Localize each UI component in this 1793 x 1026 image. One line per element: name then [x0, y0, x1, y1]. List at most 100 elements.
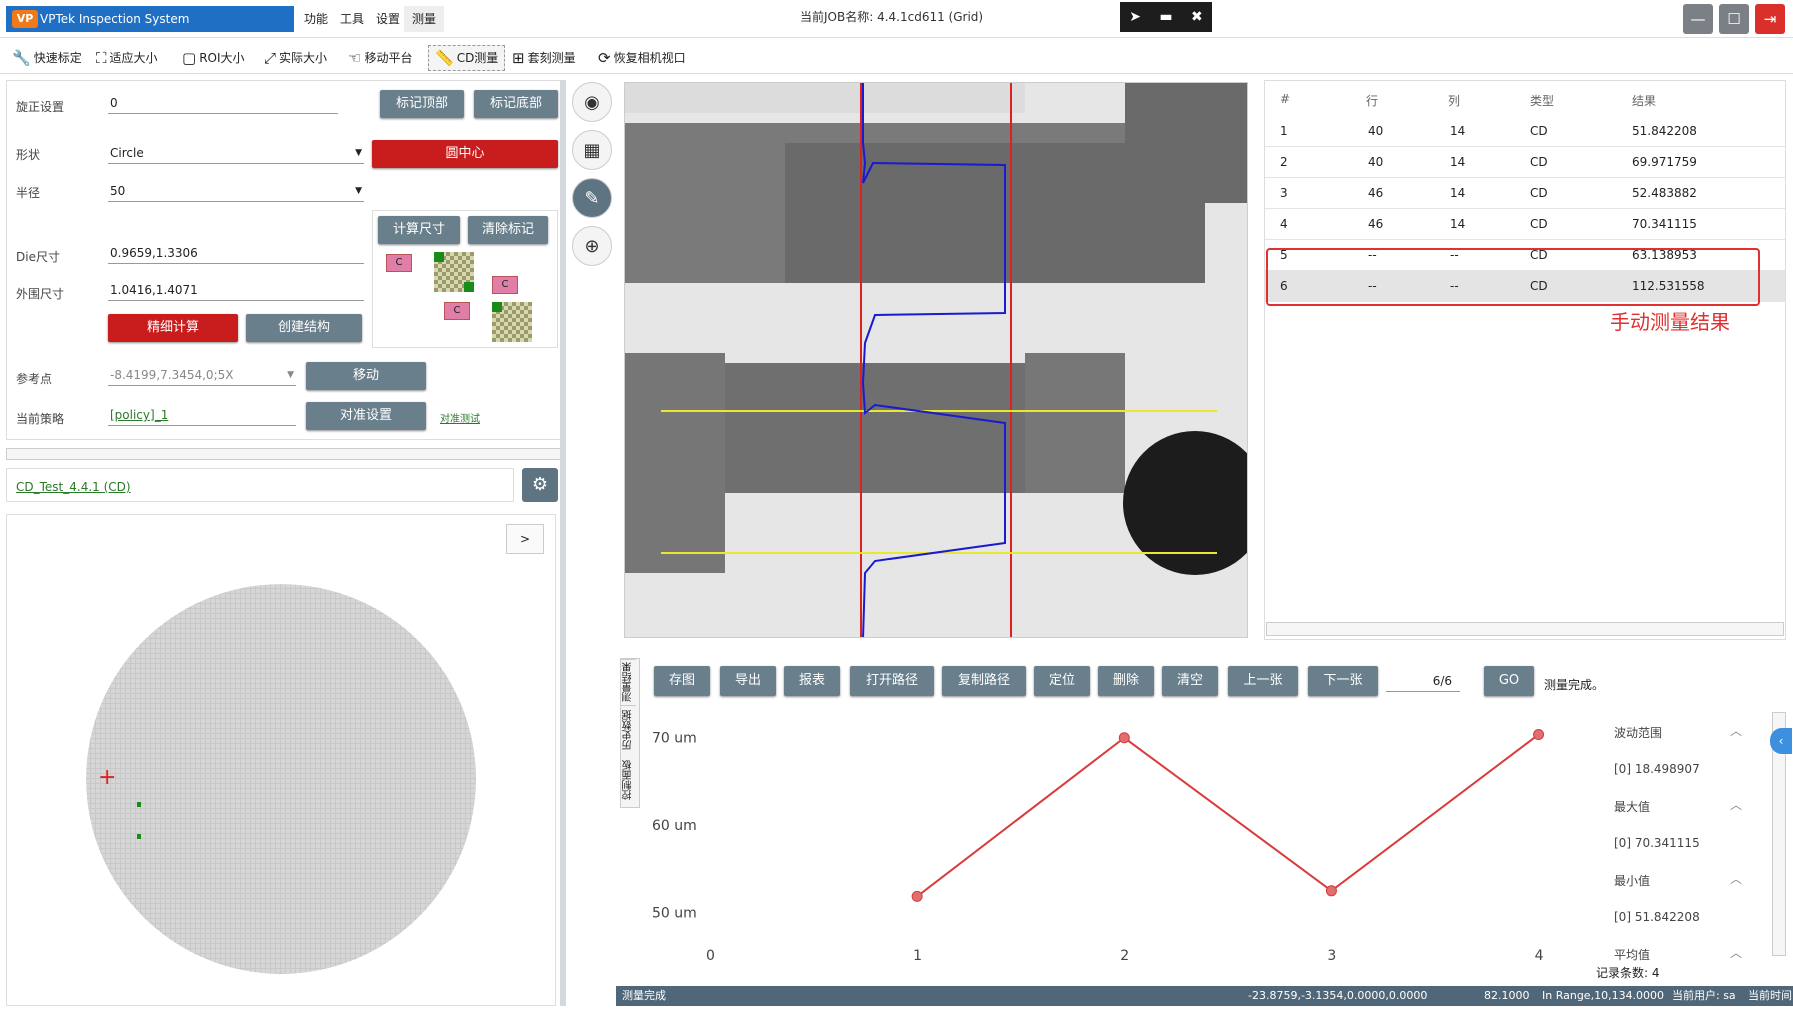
y-tick-label: 50 um [652, 906, 697, 922]
menu-function[interactable]: 功能 [296, 6, 336, 32]
app-title: VP VPTek Inspection System 4.4.1.10280[A… [6, 6, 294, 52]
delete-button[interactable]: 删除 [1098, 666, 1154, 696]
move-button[interactable]: 移动 [306, 362, 426, 390]
status-range: In Range,10,134.0000 [1542, 989, 1665, 1002]
clear-button[interactable]: 清空 [1162, 666, 1218, 696]
menu-measure[interactable]: 测量 [404, 6, 445, 32]
go-button[interactable]: GO [1484, 666, 1534, 696]
collapse-icon[interactable]: ︿ [1730, 796, 1742, 813]
tab-control[interactable]: 控制面板 [621, 755, 636, 805]
horizontal-scrollbar[interactable] [6, 448, 562, 460]
result-chart: 50 um 60 um 70 um 0 1 2 3 4 [652, 729, 1545, 964]
table-cell: 14 [1450, 217, 1466, 231]
table-row[interactable] [1265, 116, 1785, 147]
rotation-field[interactable]: 0 [108, 92, 338, 114]
collapse-icon[interactable]: ︿ [1730, 944, 1742, 961]
move-stage-button[interactable]: ☜ 移动平台 [348, 45, 412, 71]
mark-top-button[interactable]: 标记顶部 [380, 90, 464, 118]
prev-button[interactable]: 上一张 [1228, 666, 1298, 696]
status-time: 当前时间: 14:58:52 [1748, 989, 1793, 1022]
save-image-button[interactable]: 存图 [654, 666, 710, 696]
table-row[interactable] [1265, 209, 1785, 240]
fit-size-button[interactable]: ⛶ 适应大小 [96, 45, 158, 71]
fit-icon: ⛶ [96, 49, 107, 67]
grid-list-icon[interactable]: ⊕ [572, 226, 612, 266]
shape-label: 形状 [16, 148, 41, 162]
collapse-panel-icon[interactable]: ‹ [1770, 728, 1792, 754]
radius-label: 半径 [16, 186, 41, 200]
quick-calibrate-button[interactable]: 🔧 快速标定 [12, 45, 82, 71]
status-zoom: 82.1000 [1484, 989, 1530, 1002]
clear-mark-button[interactable]: 清除标记 [468, 216, 548, 244]
x-tick-label: 2 [1120, 948, 1129, 964]
ref-point-select[interactable]: -8.4199,7.3454,0;5X ▼ [108, 364, 296, 386]
vertical-splitter[interactable] [560, 80, 566, 1006]
send-icon[interactable]: ➤ [1129, 2, 1141, 32]
radius-select[interactable]: 50 ▼ [108, 180, 364, 202]
collapse-icon[interactable]: ︿ [1730, 722, 1742, 739]
table-cell: CD [1530, 217, 1548, 231]
table-cell: 3 [1280, 186, 1288, 200]
grid-icon[interactable]: ▦ [572, 130, 612, 170]
calc-size-button[interactable]: 计算尺寸 [378, 216, 460, 244]
policy-field[interactable]: [policy]_1 [108, 404, 296, 426]
table-cell: 46 [1368, 186, 1384, 200]
exit-button[interactable]: ⇥ [1755, 4, 1785, 34]
page-field[interactable]: 6/6 [1386, 670, 1460, 692]
tab-history[interactable]: 历史数据 [621, 705, 636, 755]
close-circle-icon[interactable]: ✖ [1191, 2, 1203, 32]
max-label: 最大值 [1614, 800, 1651, 814]
minimize-button[interactable]: — [1683, 4, 1713, 34]
dropdown-icon: ▼ [287, 370, 294, 380]
circle-center-button[interactable]: 圆中心 [372, 140, 558, 168]
actual-size-button[interactable]: ⤢ 实际大小 [264, 45, 327, 71]
locate-button[interactable]: 定位 [1034, 666, 1090, 696]
wafer-map[interactable]: + [86, 584, 476, 974]
range-label: 波动范围 [1614, 726, 1663, 740]
align-test-link[interactable]: 对准测试 [440, 410, 480, 425]
camera-icon[interactable]: ◉ [572, 82, 612, 122]
expand-button[interactable]: > [506, 524, 544, 554]
restore-camera-button[interactable]: ⟳ 恢复相机视口 [598, 45, 686, 71]
roi-size-button[interactable]: ▢ ROI大小 [182, 45, 245, 71]
status-coords: -23.8759,-3.1354,0.0000,0.0000 [1248, 989, 1428, 1002]
x-tick-label: 3 [1327, 948, 1336, 964]
ruler-tool-icon[interactable]: ✎ [572, 178, 612, 218]
collapse-icon[interactable]: ︿ [1730, 870, 1742, 887]
status-user: 当前用户: sa [1672, 989, 1736, 1002]
mark-bottom-button[interactable]: 标记底部 [474, 90, 558, 118]
export-button[interactable]: 导出 [720, 666, 776, 696]
menu-settings[interactable]: 设置 [368, 6, 408, 32]
table-scrollbar[interactable] [1266, 622, 1784, 636]
report-button[interactable]: 报表 [784, 666, 840, 696]
settings-gear-button[interactable]: ⚙ [522, 468, 558, 502]
overlay-measure-button[interactable]: ⊞ 套刻测量 [512, 45, 576, 71]
table-row[interactable] [1265, 147, 1785, 178]
tab-results[interactable]: 测量结果 [621, 659, 636, 705]
copy-path-button[interactable]: 复制路径 [942, 666, 1026, 696]
maximize-button[interactable]: ☐ [1719, 4, 1749, 34]
image-view[interactable] [624, 82, 1248, 638]
create-struct-button[interactable]: 创建结构 [246, 314, 362, 342]
outer-size-field[interactable]: 1.0416,1.4071 [108, 279, 364, 301]
cd-measure-button[interactable]: 📏 CD测量 [428, 45, 506, 71]
next-button[interactable]: 下一张 [1308, 666, 1378, 696]
menu-tools[interactable]: 工具 [332, 6, 372, 32]
table-cell: 2 [1280, 155, 1288, 169]
recipe-link[interactable]: CD_Test_4.4.1 (CD) [16, 480, 131, 494]
table-row[interactable] [1265, 178, 1785, 209]
fine-calc-button[interactable]: 精细计算 [108, 314, 238, 342]
data-point [911, 890, 923, 902]
align-settings-button[interactable]: 对准设置 [306, 402, 426, 430]
inspection-image [625, 83, 1247, 637]
die-size-field[interactable]: 0.9659,1.3306 [108, 242, 364, 264]
open-path-button[interactable]: 打开路径 [850, 666, 934, 696]
keyboard-icon[interactable]: ▬ [1159, 2, 1172, 32]
job-title: 当前JOB名称: 4.4.1cd611 (Grid) [800, 10, 984, 24]
shape-select[interactable]: Circle ▼ [108, 142, 364, 164]
app-logo: VP [12, 10, 38, 28]
chip-c-1: C [386, 254, 412, 272]
table-cell: 46 [1368, 217, 1384, 231]
table-cell: 14 [1450, 186, 1466, 200]
wafer-circle [86, 584, 476, 974]
